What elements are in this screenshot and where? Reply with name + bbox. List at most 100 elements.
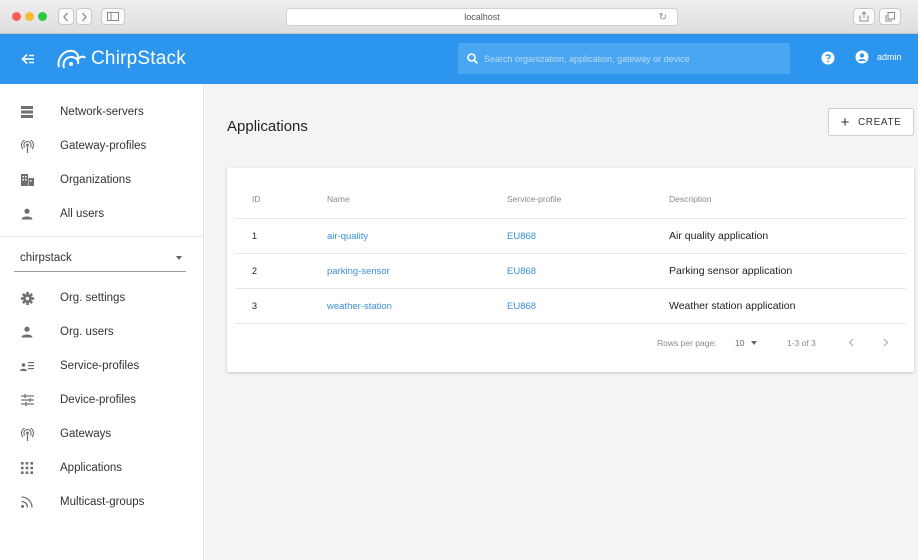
tune-icon: [20, 393, 34, 407]
sidebar-item-label: Applications: [60, 462, 123, 474]
organization-select[interactable]: chirpstack: [14, 244, 186, 272]
sidebar-icon: [107, 12, 119, 21]
pagination-range: 1-3 of 3: [787, 338, 816, 348]
cell-id: 2: [235, 253, 310, 289]
address-bar[interactable]: localhost ↻: [286, 8, 678, 26]
share-icon: [859, 11, 869, 22]
minimize-window-button[interactable]: [25, 12, 34, 21]
chevron-down-icon[interactable]: [751, 341, 757, 345]
chevron-right-icon: [82, 12, 87, 21]
cell-id: 3: [235, 288, 310, 324]
organization-select-value: chirpstack: [20, 251, 72, 264]
radio-tower-icon: [20, 139, 34, 153]
address-url: localhost: [464, 12, 500, 22]
cell-id: 1: [235, 218, 310, 254]
page-title: Applications: [227, 118, 308, 135]
help-button[interactable]: [821, 51, 835, 65]
table-row[interactable]: 1 air-quality EU868 Air quality applicat…: [235, 218, 906, 254]
help-circle-icon: [821, 51, 835, 65]
sidebar-item-gateways[interactable]: Gateways: [0, 417, 204, 451]
app-bar: ChirpStack admin: [0, 34, 918, 84]
table-row[interactable]: 3 weather-station EU868 Weather station …: [235, 288, 906, 324]
chevron-right-icon: [883, 338, 889, 346]
sidebar-item-label: Org. settings: [60, 292, 126, 304]
rows-per-page-select[interactable]: 10: [735, 338, 744, 348]
tabs-button[interactable]: [879, 8, 901, 25]
brand-logo[interactable]: ChirpStack: [56, 44, 186, 74]
sidebar-item-org-users[interactable]: Org. users: [0, 315, 204, 349]
sidebar-item-organizations[interactable]: Organizations: [0, 163, 204, 197]
sidebar-item-multicast-groups[interactable]: Multicast-groups: [0, 485, 204, 519]
gear-icon: [20, 291, 34, 305]
chevron-left-icon: [848, 338, 854, 346]
chevron-left-icon: [63, 12, 68, 21]
sidebar-item-label: Service-profiles: [60, 360, 140, 372]
forward-button[interactable]: [76, 8, 92, 25]
search-input[interactable]: [484, 53, 784, 64]
create-button-label: CREATE: [857, 116, 902, 128]
column-header-name[interactable]: Name: [310, 181, 490, 219]
sidebar-toggle-button[interactable]: [101, 8, 125, 25]
application-link[interactable]: air-quality: [327, 231, 368, 242]
table-header-row: ID Name Service-profile Description: [235, 181, 906, 219]
chirpstack-logo-icon: [57, 49, 86, 69]
cell-description: Parking sensor application: [652, 253, 906, 289]
applications-table-card: ID Name Service-profile Description 1 ai…: [227, 168, 914, 372]
sidebar-item-org-settings[interactable]: Org. settings: [0, 281, 204, 315]
sidebar-item-device-profiles[interactable]: Device-profiles: [0, 383, 204, 417]
cell-name: air-quality: [310, 218, 490, 254]
table-pagination: Rows per page: 10 1-3 of 3: [227, 328, 914, 358]
service-profile-link[interactable]: EU868: [507, 266, 536, 277]
column-header-description[interactable]: Description: [652, 181, 906, 219]
cell-description: Weather station application: [652, 288, 906, 324]
sidebar-item-label: Gateway-profiles: [60, 140, 147, 152]
building-icon: [20, 173, 34, 187]
sidebar-item-label: Device-profiles: [60, 394, 137, 406]
sidebar-item-network-servers[interactable]: Network-servers: [0, 95, 204, 129]
tabs-icon: [885, 11, 895, 21]
column-header-service-profile[interactable]: Service-profile: [490, 181, 652, 219]
application-link[interactable]: weather-station: [327, 301, 392, 312]
search-icon: [467, 53, 478, 64]
applications-table: ID Name Service-profile Description 1 ai…: [235, 181, 906, 324]
back-button[interactable]: [58, 8, 74, 25]
cell-service-profile: EU868: [490, 288, 652, 324]
maximize-window-button[interactable]: [38, 12, 47, 21]
create-button[interactable]: + CREATE: [828, 108, 914, 136]
account-details-icon: [20, 359, 34, 373]
search-box[interactable]: [458, 43, 790, 74]
table-row[interactable]: 2 parking-sensor EU868 Parking sensor ap…: [235, 253, 906, 289]
chevron-down-icon: [176, 256, 182, 260]
sidebar-divider: [0, 236, 204, 237]
menu-toggle-button[interactable]: [18, 49, 38, 69]
brand-name: ChirpStack: [91, 48, 186, 69]
sidebar-item-label: Organizations: [60, 174, 131, 186]
sidebar-item-label: Multicast-groups: [60, 496, 145, 508]
user-menu-button[interactable]: admin: [855, 50, 902, 64]
menu-arrow-icon: [21, 53, 34, 65]
server-icon: [20, 105, 34, 119]
sidebar-item-label: All users: [60, 208, 105, 220]
sidebar-item-label: Org. users: [60, 326, 114, 338]
close-window-button[interactable]: [12, 12, 21, 21]
radio-tower-icon: [20, 427, 34, 441]
cell-service-profile: EU868: [490, 253, 652, 289]
application-link[interactable]: parking-sensor: [327, 266, 390, 277]
previous-page-button[interactable]: [844, 335, 858, 349]
sidebar-item-service-profiles[interactable]: Service-profiles: [0, 349, 204, 383]
account-circle-icon: [855, 50, 869, 64]
share-button[interactable]: [853, 8, 875, 25]
plus-icon: +: [840, 113, 850, 131]
sidebar-item-label: Gateways: [60, 428, 112, 440]
sidebar-item-all-users[interactable]: All users: [0, 197, 204, 231]
sidebar-item-applications[interactable]: Applications: [0, 451, 204, 485]
column-header-id[interactable]: ID: [235, 181, 310, 219]
user-icon: [20, 207, 34, 221]
browser-toolbar: localhost ↻: [0, 0, 918, 34]
service-profile-link[interactable]: EU868: [507, 301, 536, 312]
service-profile-link[interactable]: EU868: [507, 231, 536, 242]
sidebar-item-gateway-profiles[interactable]: Gateway-profiles: [0, 129, 204, 163]
reload-icon[interactable]: ↻: [659, 12, 667, 23]
next-page-button[interactable]: [879, 335, 893, 349]
cell-name: parking-sensor: [310, 253, 490, 289]
